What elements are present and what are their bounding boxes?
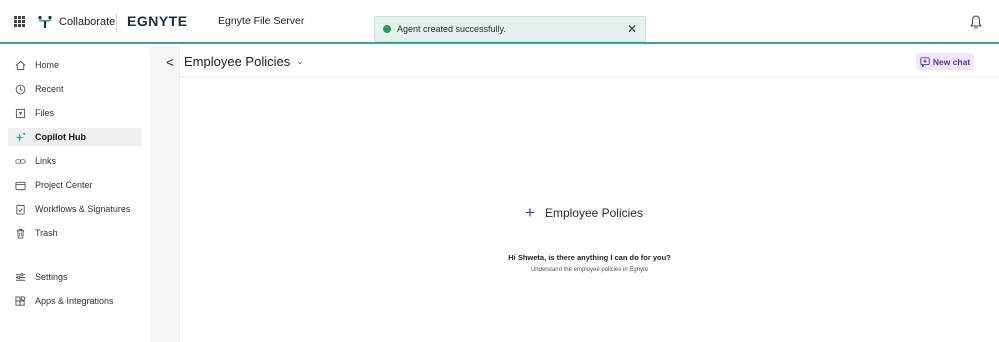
new-chat-button[interactable]: New chat — [916, 53, 974, 70]
files-icon — [15, 108, 26, 118]
page-title: Employee Policies — [184, 54, 291, 69]
sidebar-item-workflows[interactable]: Workflows & Signatures — [8, 200, 142, 218]
clipboard-check-icon — [16, 204, 25, 215]
egnyte-logo[interactable]: EGNYTE — [127, 13, 188, 29]
agent-title-dropdown[interactable]: Employee Policies ⌄ — [184, 54, 304, 69]
chat-plus-icon — [920, 56, 930, 67]
sidebar-item-project-center[interactable]: Project Center — [8, 176, 142, 194]
agent-name: Employee Policies — [544, 205, 643, 220]
folder-icon — [15, 181, 26, 190]
app-launcher-grid-icon[interactable] — [14, 16, 25, 27]
header-divider — [180, 76, 999, 77]
sidebar: Home Recent Files Copilot Hub Links Proj… — [0, 46, 150, 342]
greeting-text: Hi Shweta, is there anything I can do fo… — [508, 253, 671, 262]
agent-description: Understand the employee policies in Egny… — [530, 267, 649, 273]
sidebar-item-label: Files — [35, 108, 55, 118]
success-toast: Agent created successfully. ✕ — [374, 16, 646, 42]
sidebar-item-label: Apps & Integrations — [35, 296, 114, 306]
sidebar-item-files[interactable]: Files — [8, 104, 142, 122]
sidebar-item-apps-integrations[interactable]: Apps & Integrations — [8, 292, 142, 310]
topbar-separator — [116, 13, 117, 31]
collaborate-logo-icon — [38, 15, 52, 28]
sparkle-icon — [15, 132, 26, 142]
toast-message: Agent created successfully. — [397, 24, 506, 34]
link-icon — [15, 158, 26, 164]
sidebar-item-label: Project Center — [35, 180, 93, 190]
collaborate-switcher[interactable]: Collaborate — [37, 13, 115, 31]
apps-icon — [15, 295, 26, 306]
sidebar-item-label: Copilot Hub — [35, 132, 86, 142]
sidebar-item-label: Recent — [35, 84, 64, 94]
success-check-icon — [383, 25, 391, 33]
sidebar-item-trash[interactable]: Trash — [8, 224, 142, 242]
sidebar-item-label: Settings — [35, 272, 68, 282]
back-button[interactable]: < — [166, 54, 174, 70]
sidebar-item-recent[interactable]: Recent — [8, 80, 142, 98]
agent-plus-icon: + — [525, 203, 535, 222]
sidebar-item-settings[interactable]: Settings — [8, 268, 142, 286]
sidebar-item-links[interactable]: Links — [8, 152, 142, 170]
sidebar-item-label: Links — [35, 156, 57, 166]
chevron-down-icon: ⌄ — [296, 56, 304, 66]
sidebar-item-label: Home — [35, 60, 60, 70]
sidebar-item-home[interactable]: Home — [8, 56, 142, 74]
sidebar-item-copilot-hub[interactable]: Copilot Hub — [8, 128, 142, 146]
bell-icon[interactable] — [969, 14, 983, 30]
sidebar-item-label: Workflows & Signatures — [35, 204, 131, 214]
sidebar-gutter — [150, 46, 180, 342]
sliders-icon — [15, 272, 26, 281]
home-icon — [15, 60, 26, 70]
collaborate-label: Collaborate — [59, 16, 116, 28]
clock-icon — [15, 84, 26, 94]
new-chat-label: New chat — [932, 56, 971, 67]
sidebar-item-label: Trash — [35, 228, 58, 238]
toast-close-icon[interactable]: ✕ — [627, 22, 637, 36]
product-name: Egnyte File Server — [218, 15, 305, 27]
agent-heading: + Employee Policies — [525, 204, 643, 221]
trash-icon — [16, 228, 25, 239]
